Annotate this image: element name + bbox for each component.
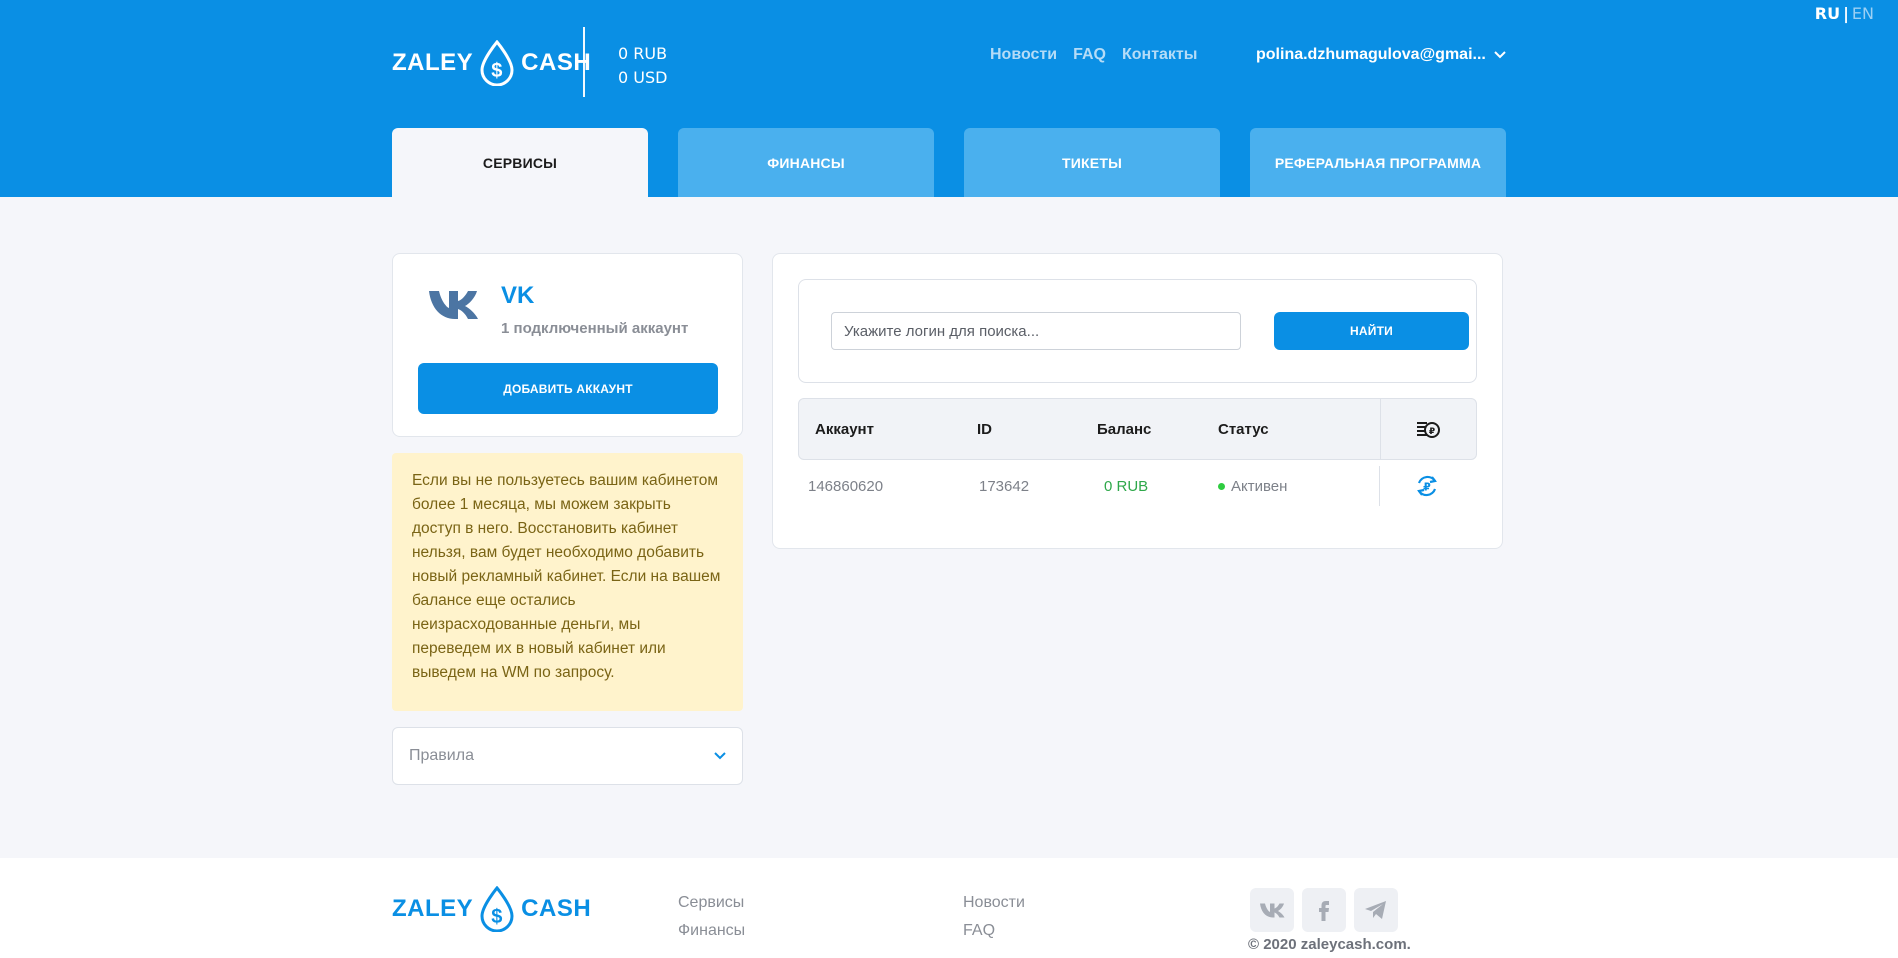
- main-tabs: СЕРВИСЫ ФИНАНСЫ ТИКЕТЫ РЕФЕРАЛЬНАЯ ПРОГР…: [392, 128, 1506, 197]
- vk-icon: [429, 291, 478, 319]
- telegram-icon: [1365, 901, 1386, 919]
- tab-finances[interactable]: ФИНАНСЫ: [678, 128, 934, 197]
- column-separator: [1380, 399, 1381, 459]
- facebook-icon: [1319, 901, 1329, 921]
- status-dot: [1218, 482, 1225, 490]
- header-divider: [583, 27, 585, 97]
- lang-en[interactable]: EN: [1852, 4, 1874, 23]
- search-button[interactable]: НАЙТИ: [1274, 312, 1469, 350]
- header: RU | EN ZALEY $ CASH 0 RUB 0 USD Новости F…: [0, 0, 1898, 197]
- social-telegram[interactable]: [1354, 888, 1398, 932]
- footer-link-finances[interactable]: Финансы: [678, 922, 745, 940]
- cell-balance: 0 RUB: [1104, 477, 1149, 495]
- social-vk[interactable]: [1250, 888, 1294, 932]
- lang-ru[interactable]: RU: [1815, 4, 1840, 23]
- nav-news[interactable]: Новости: [990, 46, 1057, 64]
- footer-link-services[interactable]: Сервисы: [678, 894, 745, 912]
- status-text: Активен: [1231, 477, 1288, 495]
- balance-usd: 0 USD: [618, 68, 668, 87]
- balances: 0 RUB 0 USD: [618, 42, 667, 90]
- logo-text-right: CASH: [521, 49, 592, 76]
- header-status: Статус: [1218, 420, 1269, 438]
- logo-text-left: ZALEY: [392, 895, 474, 922]
- accounts-panel: НАЙТИ Аккаунт ID Баланс Статус ₽ 1468606…: [772, 253, 1503, 549]
- social-links: [1250, 888, 1398, 932]
- add-account-button[interactable]: ДОБАВИТЬ АККАУНТ: [418, 363, 718, 414]
- table-row[interactable]: 146860620 173642 0 RUB Активен ₽: [798, 460, 1477, 512]
- header-logo[interactable]: ZALEY $ CASH: [392, 40, 591, 86]
- svg-text:₽: ₽: [1423, 481, 1431, 494]
- search-input[interactable]: [831, 312, 1241, 350]
- copyright: © 2020 zaleycash.com.: [1248, 936, 1411, 953]
- footer-link-news[interactable]: Новости: [963, 894, 1025, 912]
- balance-rub: 0 RUB: [618, 44, 668, 63]
- user-email: polina.dzhumagulova@gmai...: [1256, 46, 1486, 63]
- lang-separator: |: [1843, 4, 1849, 23]
- chevron-down-icon: [1494, 51, 1506, 59]
- nav-contacts[interactable]: Контакты: [1122, 46, 1197, 64]
- language-switcher: RU | EN: [1815, 4, 1874, 23]
- svg-text:$: $: [491, 906, 503, 928]
- user-menu[interactable]: polina.dzhumagulova@gmai...: [1256, 46, 1508, 64]
- cell-account: 146860620: [808, 477, 884, 495]
- rules-label: Правила: [409, 747, 474, 764]
- tab-tickets[interactable]: ТИКЕТЫ: [964, 128, 1220, 197]
- header-balance: Баланс: [1097, 420, 1152, 438]
- footer-link-faq[interactable]: FAQ: [963, 922, 1025, 940]
- footer: ZALEY $ CASH Сервисы Финансы Новости FAQ: [0, 858, 1898, 958]
- svg-text:$: $: [491, 60, 503, 82]
- service-card: VK 1 подключенный аккаунт ДОБАВИТЬ АККАУ…: [392, 253, 743, 437]
- logo-text-right: CASH: [521, 895, 592, 922]
- dollar-drop-icon: $: [480, 886, 514, 932]
- top-nav: Новости FAQ Контакты: [990, 46, 1197, 64]
- search-box: НАЙТИ: [798, 279, 1477, 383]
- nav-faq[interactable]: FAQ: [1073, 46, 1106, 64]
- footer-links-col1: Сервисы Финансы: [678, 894, 745, 940]
- refresh-rub-icon[interactable]: ₽: [1414, 460, 1440, 512]
- chevron-down-icon: [714, 752, 726, 760]
- header-id: ID: [977, 420, 992, 438]
- service-name: VK: [501, 282, 535, 309]
- dollar-drop-icon: $: [480, 40, 514, 86]
- service-subtitle: 1 подключенный аккаунт: [501, 320, 689, 337]
- tab-services[interactable]: СЕРВИСЫ: [392, 128, 648, 197]
- table-header: Аккаунт ID Баланс Статус ₽: [798, 398, 1477, 460]
- cell-status: Активен: [1218, 460, 1287, 512]
- logo-text-left: ZALEY: [392, 49, 474, 76]
- svg-text:₽: ₽: [1429, 427, 1435, 437]
- inactivity-notice: Если вы не пользуетесь вашим кабинетом б…: [392, 453, 743, 711]
- header-account: Аккаунт: [815, 420, 874, 438]
- tab-referral[interactable]: РЕФЕРАЛЬНАЯ ПРОГРАММА: [1250, 128, 1506, 197]
- social-facebook[interactable]: [1302, 888, 1346, 932]
- money-stack-icon: ₽: [1415, 399, 1441, 459]
- accounts-table: Аккаунт ID Баланс Статус ₽ 146860620 173…: [798, 398, 1477, 512]
- footer-links-col2: Новости FAQ: [963, 894, 1025, 940]
- cell-id: 173642: [979, 477, 1030, 495]
- column-separator: [1379, 466, 1380, 506]
- footer-logo[interactable]: ZALEY $ CASH: [392, 886, 591, 932]
- rules-accordion[interactable]: Правила: [392, 727, 743, 785]
- vk-icon: [1260, 903, 1285, 918]
